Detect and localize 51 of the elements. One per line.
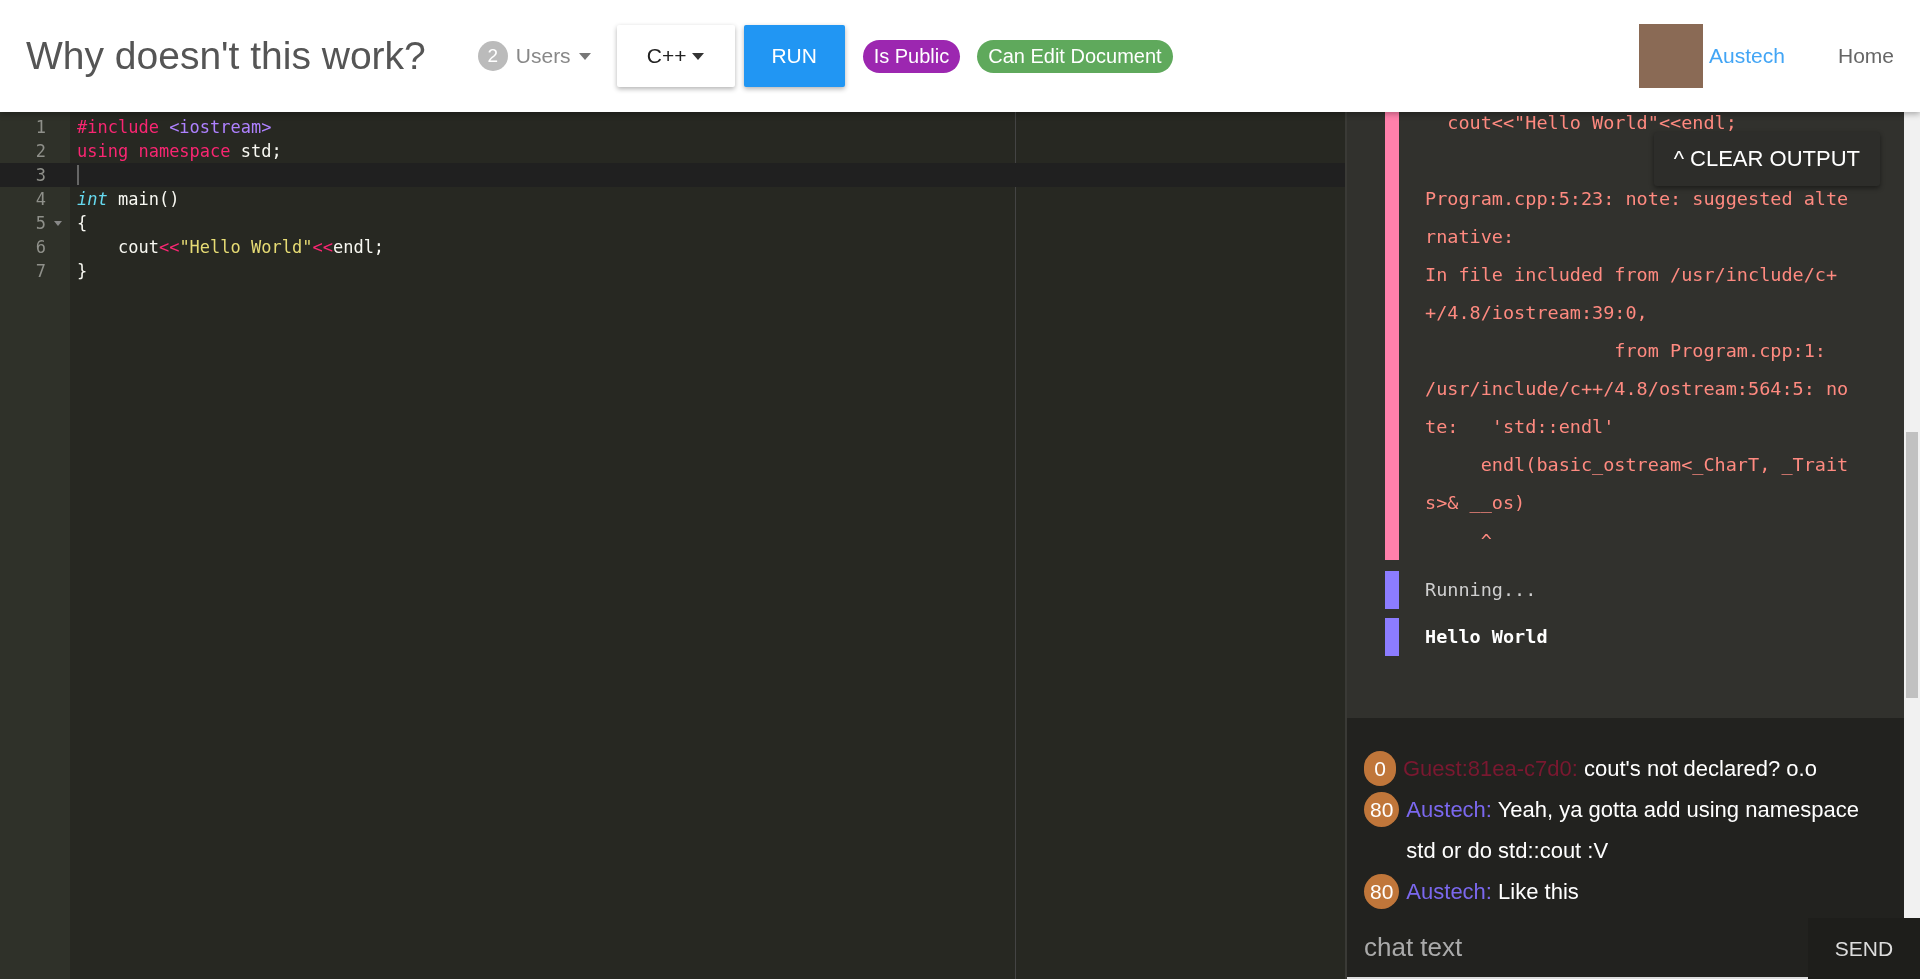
output-block-bar (1385, 618, 1399, 656)
scrollbar[interactable] (1904, 718, 1920, 918)
line-number: 7 (34, 261, 46, 281)
code-line: } (77, 261, 88, 281)
chat-message: Guest:81ea-c7d0: cout's not declared? o.o (1403, 755, 1818, 783)
score-badge: 80 (1364, 874, 1400, 909)
output-line: In file included from /usr/include/c+ (1425, 263, 1839, 287)
status-badge: Is Public (862, 39, 961, 73)
caret-icon (578, 52, 591, 60)
line-number: 5 (34, 213, 46, 233)
scrollbar[interactable] (1904, 112, 1920, 718)
line-number: 4 (34, 189, 46, 209)
caret-icon (692, 52, 705, 60)
code-line: int main() (77, 189, 180, 209)
code-line: using namespace std; (77, 141, 282, 161)
output-line: rnative: (1425, 225, 1516, 249)
line-number: 6 (34, 237, 46, 257)
line-number: 3 (34, 165, 46, 185)
output-line: +/4.8/iostream:39:0, (1425, 301, 1649, 325)
output-line: from Program.cpp:1: (1613, 339, 1827, 363)
code-line: { (77, 213, 88, 233)
output-line: endl(basic_ostream<_CharT, _Trait (1479, 453, 1849, 477)
line-number: 1 (34, 117, 46, 137)
score-badge: 80 (1364, 792, 1400, 827)
users-dropdown[interactable]: 2 Users (477, 41, 591, 71)
chat-message: Austech: Yeah, ya gotta add using namespace std or do std::cout :V (1406, 796, 1860, 865)
document-title: Why doesn't this work? (26, 34, 426, 78)
output-line: /usr/include/c++/4.8/ostream:564:5: no (1425, 377, 1849, 401)
output-line: cout<<"Hello World"<<endl; (1446, 112, 1738, 135)
code-editor[interactable]: 1 #include <iostream> 2 using namespace std; 3 4 int main() 5 { 6 cout<<"Hello World"<<endl; 7 } (0, 112, 1345, 979)
user-count-badge: 2 (477, 41, 508, 71)
output-line: Hello World (1425, 625, 1548, 649)
code-line: cout<<"Hello World"<<endl; (116, 237, 385, 257)
output-line: Running... (1425, 578, 1537, 602)
status-badge: Can Edit Document (977, 39, 1173, 73)
output-line: ^ (1479, 529, 1493, 553)
chat-message: Austech: Like this (1406, 878, 1580, 906)
output-block-bar (1385, 571, 1399, 609)
clear-output-button[interactable]: ^ CLEAR OUTPUT (1653, 132, 1880, 186)
score-badge: 0 (1364, 751, 1396, 786)
output-line: s>& __os) (1425, 491, 1527, 515)
output-line: Program.cpp:5:23: note: suggested alte (1425, 187, 1849, 211)
text-cursor (77, 165, 79, 185)
avatar-photo-placeholder (1639, 24, 1704, 88)
code-line: #include <iostream> (77, 117, 272, 137)
line-number: 2 (34, 141, 46, 161)
send-button[interactable]: SEND (1808, 918, 1920, 979)
home-link[interactable]: Home (1837, 44, 1894, 68)
language-dropdown[interactable]: C++ (616, 25, 735, 87)
output-line: te: 'std::endl' (1425, 415, 1616, 439)
fold-arrow-icon[interactable] (54, 220, 62, 226)
